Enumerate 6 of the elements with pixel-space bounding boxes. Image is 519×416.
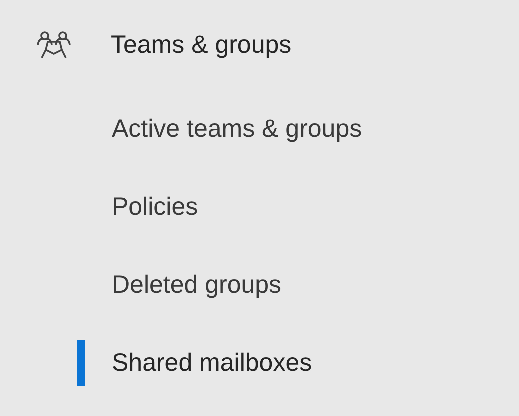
nav-group-header[interactable]: Teams & groups — [111, 30, 292, 60]
nav-item[interactable]: Policies — [112, 192, 198, 222]
nav-item[interactable]: Shared mailboxes — [112, 348, 312, 378]
people-group-icon — [35, 30, 73, 60]
nav-item[interactable]: Deleted groups — [112, 270, 282, 300]
nav-item[interactable]: Active teams & groups — [112, 114, 362, 144]
